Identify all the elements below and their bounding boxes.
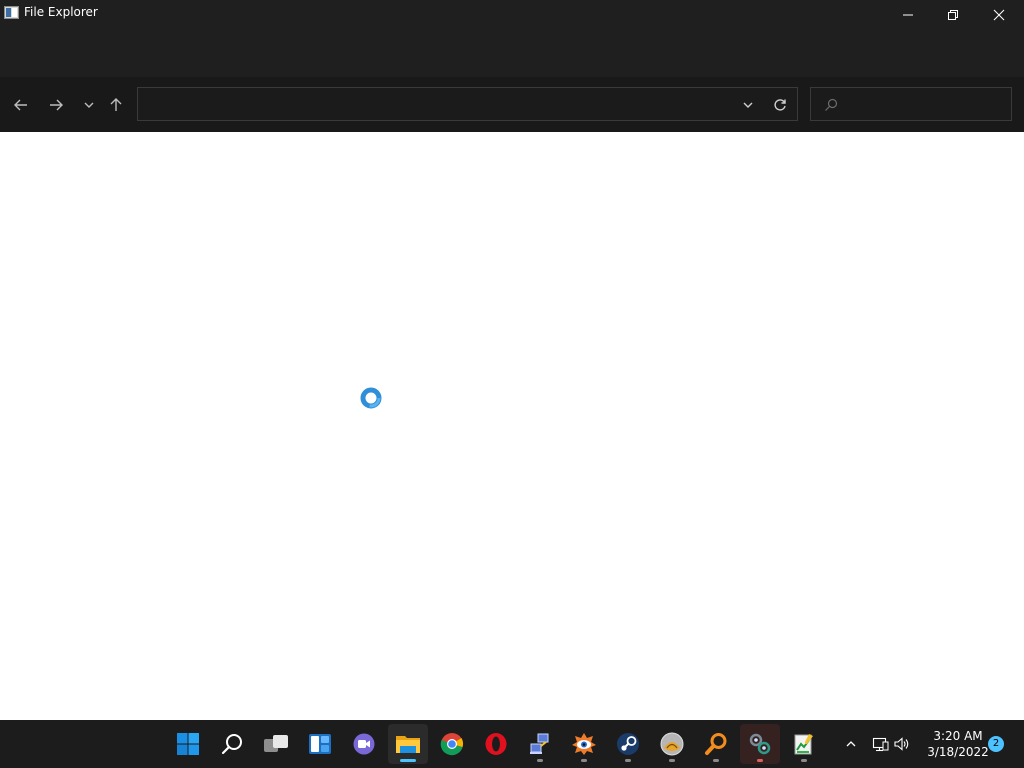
folder-icon xyxy=(396,736,420,753)
taskbar-search-button[interactable] xyxy=(212,724,252,764)
disc-app-icon xyxy=(660,732,684,756)
address-bar[interactable] xyxy=(137,87,798,121)
taskbar-network-app[interactable] xyxy=(520,724,560,764)
steam-icon xyxy=(617,733,639,755)
chevron-up-icon xyxy=(846,741,856,747)
up-button[interactable] xyxy=(105,94,127,116)
windows-start-icon xyxy=(177,733,199,755)
running-indicator xyxy=(757,759,763,762)
running-indicator xyxy=(537,759,543,762)
search-icon xyxy=(825,98,838,111)
network-app-icon xyxy=(530,733,549,754)
forward-button[interactable] xyxy=(45,94,67,116)
arrow-left-icon xyxy=(14,99,27,111)
navigation-bar xyxy=(0,77,1024,132)
chevron-down-icon xyxy=(743,102,753,108)
taskbar-file-explorer[interactable] xyxy=(388,724,428,764)
clock-date: 3/18/2022 xyxy=(927,745,989,759)
taskbar-steam[interactable] xyxy=(608,724,648,764)
clock[interactable]: 3:20 AM 3/18/2022 xyxy=(920,728,996,760)
chevron-down-icon xyxy=(84,102,94,108)
chat-button[interactable] xyxy=(344,724,384,764)
running-indicator xyxy=(669,759,675,762)
minimize-button[interactable] xyxy=(885,0,931,30)
chain-app-icon xyxy=(749,733,771,755)
notepad-chart-icon xyxy=(794,734,813,755)
arrow-right-icon xyxy=(50,99,63,111)
close-icon xyxy=(993,9,1005,21)
running-indicator xyxy=(713,759,719,762)
show-hidden-icons-button[interactable] xyxy=(840,720,862,768)
taskbar-eye-app[interactable] xyxy=(564,724,604,764)
taskbar-chain-app[interactable] xyxy=(740,724,780,764)
taskbar-notepad-app[interactable] xyxy=(784,724,824,764)
taskbar: 3:20 AM 3/18/2022 xyxy=(0,720,1024,768)
refresh-button[interactable] xyxy=(770,95,790,115)
address-dropdown-button[interactable] xyxy=(739,96,757,114)
running-indicator xyxy=(581,759,587,762)
search-input[interactable] xyxy=(845,94,1005,114)
restore-button[interactable] xyxy=(930,0,976,30)
back-button[interactable] xyxy=(10,94,32,116)
volume-icon xyxy=(894,737,909,751)
busy-cursor-icon xyxy=(360,387,382,409)
widgets-button[interactable] xyxy=(300,724,340,764)
eye-app-icon xyxy=(572,733,596,755)
close-button[interactable] xyxy=(976,0,1022,30)
task-view-button[interactable] xyxy=(256,724,296,764)
title-bar[interactable]: File Explorer xyxy=(0,0,1024,77)
search-icon xyxy=(221,734,242,755)
minimize-icon xyxy=(903,14,913,16)
refresh-icon xyxy=(774,99,786,111)
file-explorer-app-icon xyxy=(4,4,19,19)
running-indicator xyxy=(625,759,631,762)
teams-chat-icon xyxy=(353,733,375,755)
taskbar-disc-app[interactable] xyxy=(652,724,692,764)
recent-locations-button[interactable] xyxy=(78,94,100,116)
taskbar-chrome[interactable] xyxy=(432,724,472,764)
start-button[interactable] xyxy=(168,724,208,764)
restore-icon xyxy=(948,10,958,20)
running-indicator xyxy=(801,759,807,762)
notification-count-badge[interactable]: 2 xyxy=(988,736,1004,752)
taskbar-opera[interactable] xyxy=(476,724,516,764)
widgets-icon xyxy=(309,734,331,754)
arrow-up-icon xyxy=(110,98,122,111)
taskbar-magnifier-app[interactable] xyxy=(696,724,736,764)
active-indicator xyxy=(400,759,416,762)
task-view-icon xyxy=(264,735,288,752)
opera-icon xyxy=(485,733,507,755)
quick-settings-button[interactable] xyxy=(868,720,914,768)
magnifier-app-icon xyxy=(705,733,727,755)
content-pane[interactable] xyxy=(0,132,1024,720)
chrome-icon xyxy=(440,733,464,756)
search-box[interactable] xyxy=(810,87,1012,121)
network-icon xyxy=(872,737,889,752)
window-title: File Explorer xyxy=(24,5,98,19)
clock-time: 3:20 AM xyxy=(933,729,983,743)
